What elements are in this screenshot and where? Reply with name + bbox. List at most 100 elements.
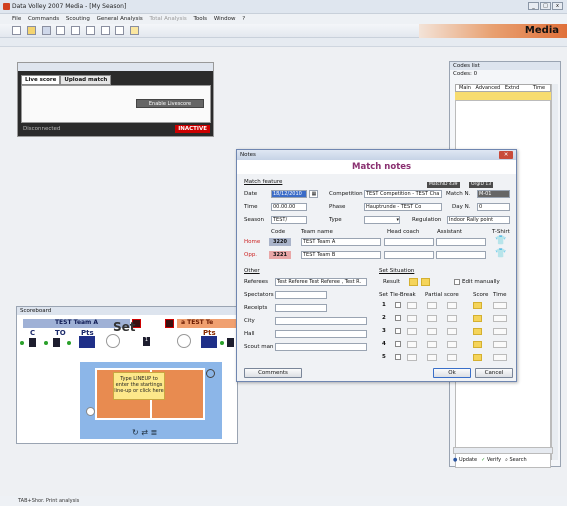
minimize-button[interactable]: _: [528, 2, 539, 10]
selected-code-row[interactable]: [455, 92, 551, 100]
menu-tools[interactable]: Tools: [194, 16, 208, 22]
tiebreak-checkbox[interactable]: [395, 302, 401, 308]
partial-score-3[interactable]: [447, 302, 457, 309]
page-icon[interactable]: [71, 26, 80, 35]
new-file-icon[interactable]: [12, 26, 21, 35]
home-shirt-icon[interactable]: 👕: [495, 236, 506, 246]
partial-score-2[interactable]: [427, 341, 437, 348]
menu-general-analysis[interactable]: General Analysis: [97, 16, 143, 22]
layers-icon[interactable]: ≣: [151, 428, 158, 437]
horizontal-scrollbar[interactable]: [453, 447, 553, 454]
dialog-close-button[interactable]: ✕: [499, 151, 513, 159]
rotate-icon[interactable]: ↻: [132, 428, 139, 437]
calendar-button[interactable]: ▦: [309, 190, 318, 198]
partial-score-3[interactable]: [447, 328, 457, 335]
set-score[interactable]: [473, 302, 482, 309]
home-coach-field[interactable]: [384, 238, 434, 246]
partial-score-2[interactable]: [427, 354, 437, 361]
hall-field[interactable]: [275, 330, 367, 338]
wand-icon[interactable]: [130, 26, 139, 35]
team-b-shirt-icon[interactable]: [177, 334, 191, 348]
home-code[interactable]: 3220: [269, 238, 291, 246]
menu-commands[interactable]: Commands: [28, 16, 59, 22]
set-score[interactable]: [473, 328, 482, 335]
partial-score-2[interactable]: [427, 315, 437, 322]
search-button[interactable]: ⌕ Search: [505, 457, 527, 463]
tab-live-score[interactable]: Live score: [21, 75, 61, 85]
export-icon[interactable]: [100, 26, 110, 35]
partial-score-2[interactable]: [427, 328, 437, 335]
set-time[interactable]: [493, 302, 507, 309]
day-n-field[interactable]: 0: [477, 203, 510, 211]
chart-icon[interactable]: [115, 26, 125, 35]
opp-team-field[interactable]: TEST Team B: [301, 251, 381, 259]
col-main[interactable]: Main: [459, 85, 471, 91]
vertical-scrollbar[interactable]: [551, 84, 558, 460]
competition-select[interactable]: TEST Competition - TEST Cha: [364, 190, 442, 198]
tiebreak-checkbox[interactable]: [395, 354, 401, 360]
window-icon[interactable]: [85, 26, 95, 35]
table-icon[interactable]: [56, 26, 66, 35]
scout-man-field[interactable]: [275, 343, 367, 351]
verify-button[interactable]: ✓ Verify: [481, 457, 501, 463]
home-assistant-field[interactable]: [436, 238, 486, 246]
tiebreak-checkbox[interactable]: [395, 341, 401, 347]
opp-shirt-icon[interactable]: 👕: [495, 249, 506, 259]
tiebreak-checkbox[interactable]: [395, 315, 401, 321]
col-extnd[interactable]: Extnd: [505, 85, 519, 91]
col-time[interactable]: Time: [533, 85, 545, 91]
menu-window[interactable]: Window: [214, 16, 236, 22]
set-score[interactable]: [473, 354, 482, 361]
time-field[interactable]: 00.00.00: [271, 203, 307, 211]
match-n-field[interactable]: M-01: [477, 190, 510, 198]
menu-file[interactable]: File: [12, 16, 21, 22]
team-a-shirt-icon[interactable]: [106, 334, 120, 348]
set-time[interactable]: [493, 315, 507, 322]
menu-help[interactable]: ?: [242, 16, 245, 22]
set-time[interactable]: [493, 341, 507, 348]
opp-coach-field[interactable]: [384, 251, 434, 259]
comments-button[interactable]: Comments: [244, 368, 302, 378]
city-field[interactable]: [275, 317, 367, 325]
type-select[interactable]: ▾: [364, 216, 400, 224]
maximize-button[interactable]: □: [540, 2, 551, 10]
spectators-field[interactable]: [275, 291, 327, 299]
menu-scouting[interactable]: Scouting: [66, 16, 90, 22]
lineup-hint-note[interactable]: Type LINEUP to enter the startings line-…: [113, 372, 165, 400]
phase-select[interactable]: Hauptrunde - TEST Co: [364, 203, 442, 211]
enable-livescore-button[interactable]: Enable Livescore: [136, 99, 204, 108]
opp-code[interactable]: 3221: [269, 251, 291, 259]
swap-icon[interactable]: ⇄: [141, 428, 148, 437]
court-diagram[interactable]: Type LINEUP to enter the startings line-…: [80, 362, 222, 439]
tab-upload-match[interactable]: Upload match: [60, 75, 112, 85]
home-team-field[interactable]: TEST Team A: [301, 238, 381, 246]
set-score[interactable]: [473, 315, 482, 322]
date-field[interactable]: 18/12/2010: [271, 190, 307, 198]
cancel-button[interactable]: Cancel: [475, 368, 513, 378]
regulation-select[interactable]: Indoor Rally point: [447, 216, 510, 224]
edit-manually-checkbox[interactable]: [454, 279, 460, 285]
set-time[interactable]: [493, 328, 507, 335]
partial-score-2[interactable]: [427, 302, 437, 309]
set-time[interactable]: [493, 354, 507, 361]
menu-total-analysis[interactable]: Total Analysis: [149, 16, 186, 22]
close-button[interactable]: x: [552, 2, 563, 10]
partial-score-3[interactable]: [447, 354, 457, 361]
partial-score-1[interactable]: [407, 302, 417, 309]
partial-score-1[interactable]: [407, 328, 417, 335]
receipts-field[interactable]: [275, 304, 327, 312]
opp-assistant-field[interactable]: [436, 251, 486, 259]
grid-icon[interactable]: [41, 26, 51, 35]
col-advanced[interactable]: Advanced: [476, 85, 501, 91]
partial-score-1[interactable]: [407, 354, 417, 361]
partial-score-3[interactable]: [447, 315, 457, 322]
partial-score-3[interactable]: [447, 341, 457, 348]
tiebreak-checkbox[interactable]: [395, 328, 401, 334]
open-folder-icon[interactable]: [26, 26, 36, 35]
season-field[interactable]: TEST/: [271, 216, 307, 224]
partial-score-1[interactable]: [407, 315, 417, 322]
update-button[interactable]: ● Update: [453, 457, 477, 463]
set-score[interactable]: [473, 341, 482, 348]
ok-button[interactable]: Ok: [433, 368, 471, 378]
referees-field[interactable]: Test Referee Test Referee , Test R.: [275, 278, 367, 286]
